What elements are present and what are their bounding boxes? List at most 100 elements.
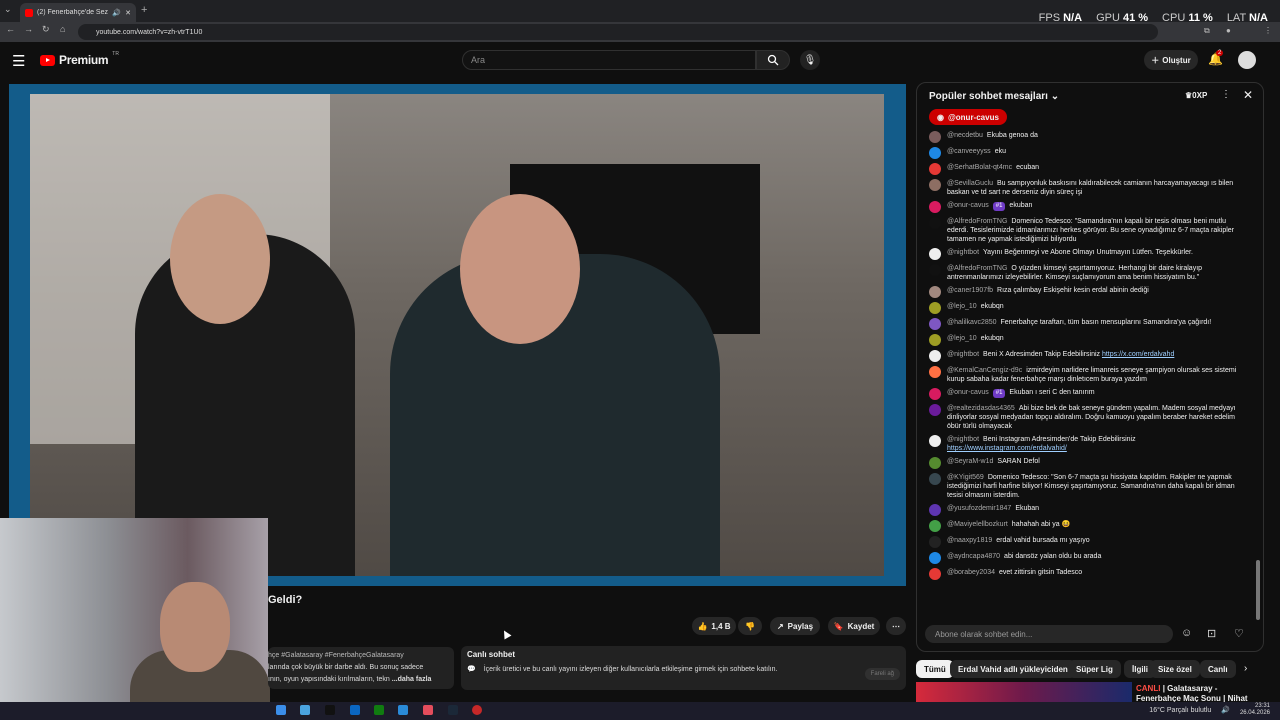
search-input[interactable]: Ara <box>462 50 756 70</box>
chat-author-avatar[interactable] <box>929 552 941 564</box>
chat-author-name[interactable]: @KemalCanCengiz-d9c <box>947 367 1022 374</box>
chat-author-avatar[interactable] <box>929 318 941 330</box>
profile-icon[interactable]: ● <box>1226 26 1231 35</box>
chat-author-name[interactable]: @borabey2034 <box>947 569 995 576</box>
chat-author-name[interactable]: @nightbot <box>947 351 979 358</box>
tab-search-icon[interactable]: ⌄ <box>4 4 12 15</box>
more-actions-button[interactable]: ⋯ <box>886 617 906 635</box>
reload-icon[interactable]: ↻ <box>42 24 50 35</box>
chat-author-avatar[interactable] <box>929 536 941 548</box>
chat-author-name[interactable]: @onur-cavus <box>947 389 989 396</box>
menu-icon[interactable]: ☰ <box>12 52 25 70</box>
heart-icon[interactable]: ♡ <box>1234 627 1244 640</box>
chat-author-avatar[interactable] <box>929 264 941 276</box>
create-button[interactable]: ＋ Oluştur <box>1144 50 1198 70</box>
chat-author-avatar[interactable] <box>929 248 941 260</box>
show-more-link[interactable]: ...daha fazla <box>392 676 432 683</box>
tab-close-icon[interactable]: ✕ <box>125 9 131 17</box>
extensions-icon[interactable]: ⧉ <box>1204 26 1210 36</box>
save-button[interactable]: 🔖 Kaydet <box>828 617 880 635</box>
chat-author-name[interactable]: @SevillaGuclu <box>947 180 993 187</box>
search-button[interactable] <box>756 50 790 70</box>
address-bar[interactable]: youtube.com/watch?v=zh-vtrT1U0 <box>78 24 1158 40</box>
chat-author-avatar[interactable] <box>929 473 941 485</box>
youtube-logo[interactable]: Premium TR <box>40 51 119 67</box>
chat-author-name[interactable]: @canveeyyss <box>947 148 991 155</box>
chat-scrollbar[interactable] <box>1256 560 1260 620</box>
chat-author-avatar[interactable] <box>929 147 941 159</box>
chat-author-avatar[interactable] <box>929 163 941 175</box>
outlook-icon[interactable] <box>350 705 360 715</box>
forward-arrow-icon[interactable]: → <box>24 24 33 34</box>
home-icon[interactable]: ⌂ <box>60 24 65 34</box>
chat-message-link[interactable]: https://www.instagram.com/erdalvahid/ <box>947 445 1067 452</box>
chat-author-avatar[interactable] <box>929 388 941 400</box>
pinned-user-chip[interactable]: ◉ @onur-cavus <box>929 109 1007 125</box>
chat-author-name[interactable]: @onur-cavus <box>947 202 989 209</box>
chat-author-name[interactable]: @lejo_10 <box>947 335 977 342</box>
chat-author-name[interactable]: @lejo_10 <box>947 303 977 310</box>
browser-menu-icon[interactable]: ⋮ <box>1264 26 1272 35</box>
chat-author-name[interactable]: @KYigit569 <box>947 474 984 481</box>
chat-author-avatar[interactable] <box>929 435 941 447</box>
chat-author-avatar[interactable] <box>929 286 941 298</box>
chat-message-link[interactable]: https://x.com/erdalvahd <box>1102 351 1174 358</box>
account-avatar[interactable] <box>1238 51 1256 69</box>
chat-author-name[interactable]: @nightbot <box>947 249 979 256</box>
chat-author-name[interactable]: @halilkavc2850 <box>947 319 997 326</box>
dislike-button[interactable]: 👎 <box>738 617 762 635</box>
xbox-icon[interactable] <box>374 705 384 715</box>
chat-author-name[interactable]: @naaxpy1819 <box>947 537 992 544</box>
chat-author-name[interactable]: @AlfredoFromTNG <box>947 265 1007 272</box>
volume-icon[interactable]: 🔊 <box>1221 706 1230 714</box>
chat-author-avatar[interactable] <box>929 504 941 516</box>
filter-chip[interactable]: Süper Lig <box>1068 660 1121 678</box>
filter-chip[interactable]: Tümü <box>916 660 954 678</box>
new-tab-button[interactable]: + <box>141 4 147 16</box>
like-button[interactable]: 👍 1,4 B <box>692 617 736 635</box>
chat-author-avatar[interactable] <box>929 179 941 191</box>
filter-chip[interactable]: Canlı <box>1200 660 1236 678</box>
chat-author-name[interactable]: @SerhatBolat-qt4mc <box>947 164 1012 171</box>
store-icon[interactable] <box>300 705 310 715</box>
description-box[interactable]: hçe #Galatasaray #FenerbahçeGalatasaray … <box>268 647 454 689</box>
chat-input[interactable]: Abone olarak sohbet edin... <box>925 625 1173 643</box>
chevron-right-icon[interactable]: › <box>1244 663 1247 674</box>
chat-author-avatar[interactable] <box>929 457 941 469</box>
filter-chip[interactable]: Size özel <box>1150 660 1200 678</box>
chat-author-avatar[interactable] <box>929 201 941 213</box>
microphone-button[interactable]: 🎙 <box>800 50 820 70</box>
chat-author-avatar[interactable] <box>929 350 941 362</box>
file-explorer-icon[interactable] <box>276 705 286 715</box>
chat-author-name[interactable]: @SeyraM-w1d <box>947 458 993 465</box>
close-icon[interactable]: ✕ <box>1243 88 1253 102</box>
chat-author-name[interactable]: @realtezidasdas4365 <box>947 405 1015 412</box>
chat-mode-dropdown[interactable]: Popüler sohbet mesajları ⌄ <box>929 91 1059 102</box>
settings-icon[interactable] <box>398 705 408 715</box>
browser-tab[interactable]: (2) Fenerbahçe'de Sezon... 🔊 ✕ <box>20 3 136 22</box>
chat-author-avatar[interactable] <box>929 302 941 314</box>
emoji-icon[interactable]: ☺ <box>1181 627 1192 639</box>
chat-author-avatar[interactable] <box>929 334 941 346</box>
xp-badge[interactable]: ♛0XP <box>1185 91 1207 100</box>
chat-author-name[interactable]: @yusufozdemir1847 <box>947 505 1011 512</box>
chat-author-avatar[interactable] <box>929 520 941 532</box>
chat-author-name[interactable]: @caner1907fb <box>947 287 993 294</box>
filter-chip[interactable]: Erdal Vahid adlı yükleyiciden <box>950 660 1076 678</box>
chat-author-avatar[interactable] <box>929 217 941 229</box>
chat-author-avatar[interactable] <box>929 366 941 378</box>
chat-author-name[interactable]: @aydncapa4870 <box>947 553 1000 560</box>
share-button[interactable]: ↗ Paylaş <box>770 617 820 635</box>
chat-author-name[interactable]: @nightbot <box>947 436 979 443</box>
chat-author-name[interactable]: @AlfredoFromTNG <box>947 218 1007 225</box>
super-chat-icon[interactable]: ⊡ <box>1207 627 1216 640</box>
chat-author-avatar[interactable] <box>929 404 941 416</box>
chat-menu-icon[interactable]: ⋮ <box>1221 89 1231 100</box>
join-chat-button[interactable]: Fareli ağ <box>864 668 900 680</box>
chat-author-name[interactable]: @necdetbu <box>947 132 983 139</box>
browser-icon[interactable] <box>423 705 433 715</box>
back-arrow-icon[interactable]: ← <box>6 24 15 34</box>
tiktok-icon[interactable] <box>325 705 335 715</box>
weather-text[interactable]: 16°C Parçalı bulutlu <box>1149 707 1211 714</box>
steam-icon[interactable] <box>448 705 458 715</box>
